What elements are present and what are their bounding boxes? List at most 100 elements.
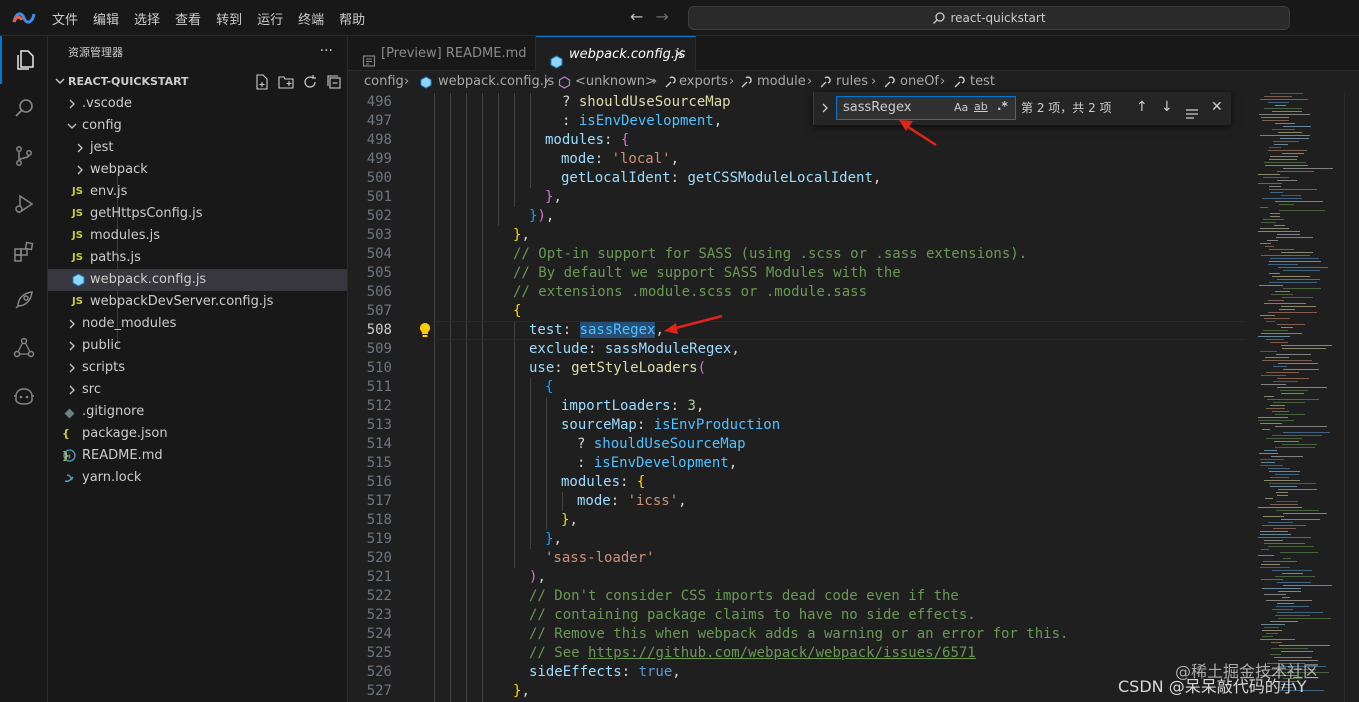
- minimap-line: [1281, 393, 1304, 394]
- minimap-line: [1277, 582, 1311, 583]
- minimap-line: [1264, 108, 1302, 109]
- annotation-arrow: [904, 123, 937, 147]
- minimap-line: [1260, 423, 1282, 424]
- minimap-line: [1265, 498, 1273, 499]
- minimap-line: [1261, 384, 1286, 385]
- minimap-line: [1283, 513, 1327, 514]
- minimap-line: [1258, 183, 1282, 184]
- minimap-line: [1270, 486, 1297, 487]
- minimap-line: [1272, 411, 1289, 412]
- minimap-line: [1265, 246, 1274, 247]
- minimap-line: [1281, 345, 1332, 346]
- minimap-line: [1274, 225, 1285, 226]
- minimap-line: [1279, 309, 1295, 310]
- minimap-line: [1270, 477, 1289, 478]
- minimap-line: [1261, 117, 1289, 118]
- minimap-line: [1276, 492, 1288, 493]
- minimap-line: [1283, 369, 1319, 370]
- minimap-line: [1266, 321, 1275, 322]
- minimap-line: [1278, 363, 1318, 364]
- minimap-line: [1258, 507, 1302, 508]
- minimap-line: [1283, 288, 1321, 289]
- minimap-line: [1275, 291, 1290, 292]
- minimap-line: [1272, 570, 1312, 571]
- minimap-line: [1270, 654, 1281, 655]
- minimap-line: [1260, 534, 1291, 535]
- minimap-line: [1262, 120, 1289, 121]
- minimap-line: [1283, 270, 1320, 271]
- minimap-line: [1271, 648, 1308, 649]
- minimap-line: [1265, 357, 1289, 358]
- minimap-line: [1280, 390, 1308, 391]
- minimap-line: [1273, 141, 1299, 142]
- minimap-line: [1268, 150, 1307, 151]
- minimap-line: [1275, 426, 1327, 427]
- minimap-line: [1261, 375, 1286, 376]
- minimap-line: [1282, 597, 1290, 598]
- annotation-arrowhead: [664, 323, 678, 334]
- minimap-line: [1264, 162, 1306, 163]
- minimap-line: [1272, 276, 1310, 277]
- minimap-line: [1278, 267, 1328, 268]
- minimap-line: [1259, 285, 1283, 286]
- minimap-line: [1261, 564, 1280, 565]
- minimap-line: [1276, 606, 1309, 607]
- minimap-line: [1270, 156, 1298, 157]
- minimap-line: [1276, 510, 1319, 511]
- minimap-line: [1270, 216, 1280, 217]
- minimap-line: [1264, 303, 1306, 304]
- minimap-line: [1269, 189, 1317, 190]
- minimap-line: [1269, 261, 1321, 262]
- minimap-line: [1260, 228, 1289, 229]
- minimap-line: [1275, 474, 1299, 475]
- minimap-line: [1268, 300, 1284, 301]
- minimap-line: [1274, 144, 1288, 145]
- minimap-line: [1273, 402, 1305, 403]
- minimap-line: [1278, 489, 1317, 490]
- minimap-line: [1275, 414, 1305, 415]
- minimap-line: [1261, 333, 1302, 334]
- minimap-line: [1272, 111, 1302, 112]
- minimap-line: [1262, 636, 1273, 637]
- minimap-line: [1275, 123, 1295, 124]
- minimap-line: [1268, 264, 1298, 265]
- minimap-line: [1273, 528, 1296, 529]
- minimap-line: [1282, 444, 1317, 445]
- vertical-scrollbar[interactable]: [1344, 93, 1359, 702]
- minimap-line: [1269, 249, 1294, 250]
- minimap-line: [1283, 126, 1311, 127]
- minimap-line: [1271, 456, 1303, 457]
- minimap-line: [1264, 318, 1290, 319]
- minimap-line: [1275, 201, 1323, 202]
- watermark-csdn: CSDN @呆呆敲代码的小Y: [1118, 677, 1307, 696]
- minimap-line: [1281, 195, 1301, 196]
- minimap-line: [1258, 537, 1311, 538]
- minimap-line: [1277, 378, 1309, 379]
- minimap-line: [1263, 561, 1297, 562]
- minimap-line: [1270, 258, 1319, 259]
- minimap-line: [1269, 273, 1280, 274]
- minimap-line: [1282, 348, 1326, 349]
- minimap-line: [1276, 354, 1311, 355]
- minimap-line: [1282, 153, 1304, 154]
- minimap-line: [1260, 567, 1290, 568]
- minimap-line: [1278, 618, 1331, 619]
- minimap-line: [1280, 552, 1318, 553]
- minimap-line: [1264, 450, 1277, 451]
- minimap-line: [1261, 624, 1285, 625]
- minimap-line: [1272, 129, 1295, 130]
- minimap-line: [1262, 630, 1282, 631]
- minimap-line: [1262, 429, 1270, 430]
- minimap-line: [1279, 645, 1330, 646]
- minimap[interactable]: [1248, 93, 1344, 702]
- minimap-line: [1282, 573, 1303, 574]
- minimap-line: [1264, 480, 1300, 481]
- minimap-line: [1277, 324, 1305, 325]
- minimap-line: [1278, 591, 1301, 592]
- minimap-line: [1268, 102, 1289, 103]
- minimap-line: [1264, 396, 1274, 397]
- minimap-line: [1261, 255, 1310, 256]
- minimap-line: [1266, 600, 1312, 601]
- minimap-line: [1275, 447, 1315, 448]
- minimap-line: [1261, 222, 1276, 223]
